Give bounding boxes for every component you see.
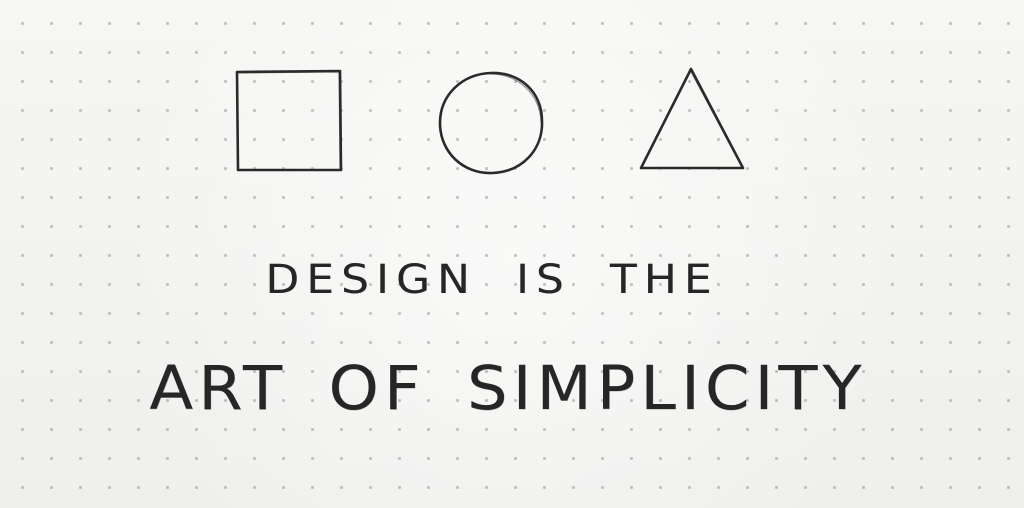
triangle-sketch-overstroke — [689, 69, 743, 168]
handwritten-line-design-is-the: DESIGN IS THE — [265, 256, 719, 303]
sketched-shapes — [235, 67, 745, 175]
handwritten-line-art-of-simplicity: ART OF SIMPLICITY — [149, 353, 867, 425]
square-sketch-overstroke — [235, 71, 341, 170]
square-sketch — [235, 69, 343, 172]
notebook-page: DESIGN IS THE ART OF SIMPLICITY — [0, 0, 1024, 508]
circle-sketch-overstroke — [489, 73, 542, 123]
triangle-sketch — [639, 67, 745, 170]
